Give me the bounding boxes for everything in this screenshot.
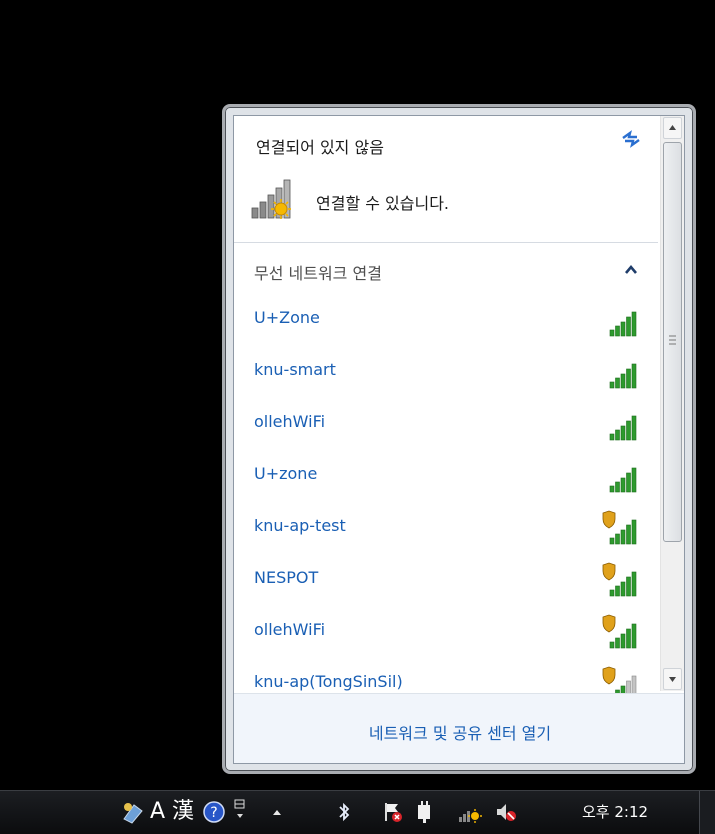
- signal-strength-icon: [609, 415, 637, 441]
- clock[interactable]: 오후 2:12: [582, 801, 648, 822]
- network-item[interactable]: U+Zone: [234, 296, 658, 348]
- arrow-down-icon: [669, 677, 676, 682]
- network-item[interactable]: knu-ap-test: [234, 504, 658, 556]
- arrow-up-icon: [669, 125, 676, 130]
- network-name: ollehWiFi: [254, 620, 326, 639]
- network-item[interactable]: knu-smart: [234, 348, 658, 400]
- network-panel: 연결되어 있지 않음 연결할 수 있습니다. 무선 네트워크 연결 U+Zone…: [233, 115, 685, 764]
- available-connections-icon: [251, 179, 291, 219]
- signal-strength-icon: [609, 467, 637, 493]
- svg-text:?: ?: [210, 805, 217, 821]
- action-center-icon[interactable]: [382, 799, 404, 825]
- divider: [234, 242, 658, 243]
- ime-toolbar-icon[interactable]: [120, 799, 146, 825]
- scrollbar[interactable]: [660, 116, 684, 691]
- volume-muted-icon[interactable]: [494, 799, 518, 825]
- status-title: 연결되어 있지 않음: [256, 138, 384, 157]
- footer: 네트워크 및 공유 센터 열기: [234, 693, 684, 763]
- shield-icon: [602, 562, 616, 581]
- scroll-down-button[interactable]: [663, 668, 682, 690]
- shield-icon: [602, 666, 616, 685]
- network-name: knu-smart: [254, 360, 336, 379]
- secured-signal-icon: [602, 614, 637, 649]
- scroll-up-button[interactable]: [663, 117, 682, 139]
- secured-signal-icon: [602, 562, 637, 597]
- network-name: knu-ap(TongSinSil): [254, 672, 403, 691]
- network-item[interactable]: U+zone: [234, 452, 658, 504]
- signal-strength-icon: [609, 363, 637, 389]
- open-network-center-link[interactable]: 네트워크 및 공유 센터 열기: [234, 720, 684, 744]
- secured-signal-icon: [602, 510, 637, 545]
- hanja-button[interactable]: 漢: [172, 799, 194, 825]
- network-tray-icon[interactable]: [458, 799, 482, 825]
- scroll-thumb[interactable]: [663, 142, 682, 542]
- show-desktop-button[interactable]: [699, 791, 715, 834]
- connection-available-text: 연결할 수 있습니다.: [316, 194, 450, 213]
- network-name: U+zone: [254, 464, 318, 483]
- help-icon[interactable]: ?: [202, 799, 226, 825]
- network-list: U+Zone knu-smart ollehWiFi U+zone knu-ap-tes…: [234, 296, 658, 712]
- grip-icon: [669, 335, 676, 345]
- network-item[interactable]: NESPOT: [234, 556, 658, 608]
- network-item[interactable]: ollehWiFi: [234, 608, 658, 660]
- shield-icon: [602, 510, 616, 529]
- bluetooth-icon[interactable]: [336, 799, 352, 825]
- ime-mode-indicator[interactable]: A: [150, 799, 165, 825]
- chevron-up-icon[interactable]: [624, 264, 638, 276]
- show-hidden-icons-button[interactable]: [270, 799, 284, 825]
- section-label: 무선 네트워크 연결: [254, 264, 382, 283]
- shield-icon: [602, 614, 616, 633]
- network-name: ollehWiFi: [254, 412, 326, 431]
- connection-status: 연결되어 있지 않음 연결할 수 있습니다.: [234, 116, 658, 242]
- refresh-icon[interactable]: [620, 128, 642, 150]
- network-item[interactable]: ollehWiFi: [234, 400, 658, 452]
- power-plug-icon[interactable]: [414, 799, 436, 825]
- network-name: U+Zone: [254, 308, 320, 327]
- signal-strength-icon: [609, 311, 637, 337]
- network-name: knu-ap-test: [254, 516, 346, 535]
- wireless-section-header[interactable]: 무선 네트워크 연결: [234, 254, 658, 286]
- ime-options-icon[interactable]: [232, 799, 248, 825]
- network-name: NESPOT: [254, 568, 319, 587]
- taskbar: A 漢 ? 오후 2:12: [0, 790, 715, 834]
